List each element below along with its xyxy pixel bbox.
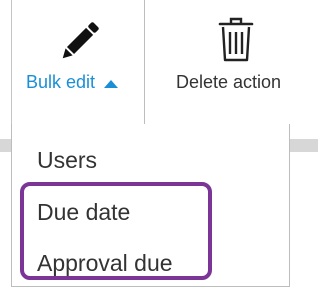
menu-item-users[interactable]: Users (37, 149, 97, 172)
action-toolbar: Bulk edit Delete action (0, 0, 318, 125)
bulk-edit-dropdown-menu: Users Due date Approval due (11, 124, 290, 287)
bulk-edit-label: Bulk edit (26, 72, 96, 92)
caret-up-icon (104, 79, 119, 88)
delete-action-label: Delete action (176, 72, 282, 92)
trash-icon (218, 17, 254, 62)
menu-item-approval-due[interactable]: Approval due (37, 252, 173, 275)
menu-item-due-date[interactable]: Due date (37, 201, 130, 224)
pencil-icon (62, 22, 99, 59)
bulk-edit-label-row: Bulk edit (26, 72, 119, 93)
delete-action-button[interactable]: Delete action (160, 0, 312, 124)
bulk-edit-button[interactable]: Bulk edit (12, 0, 145, 124)
